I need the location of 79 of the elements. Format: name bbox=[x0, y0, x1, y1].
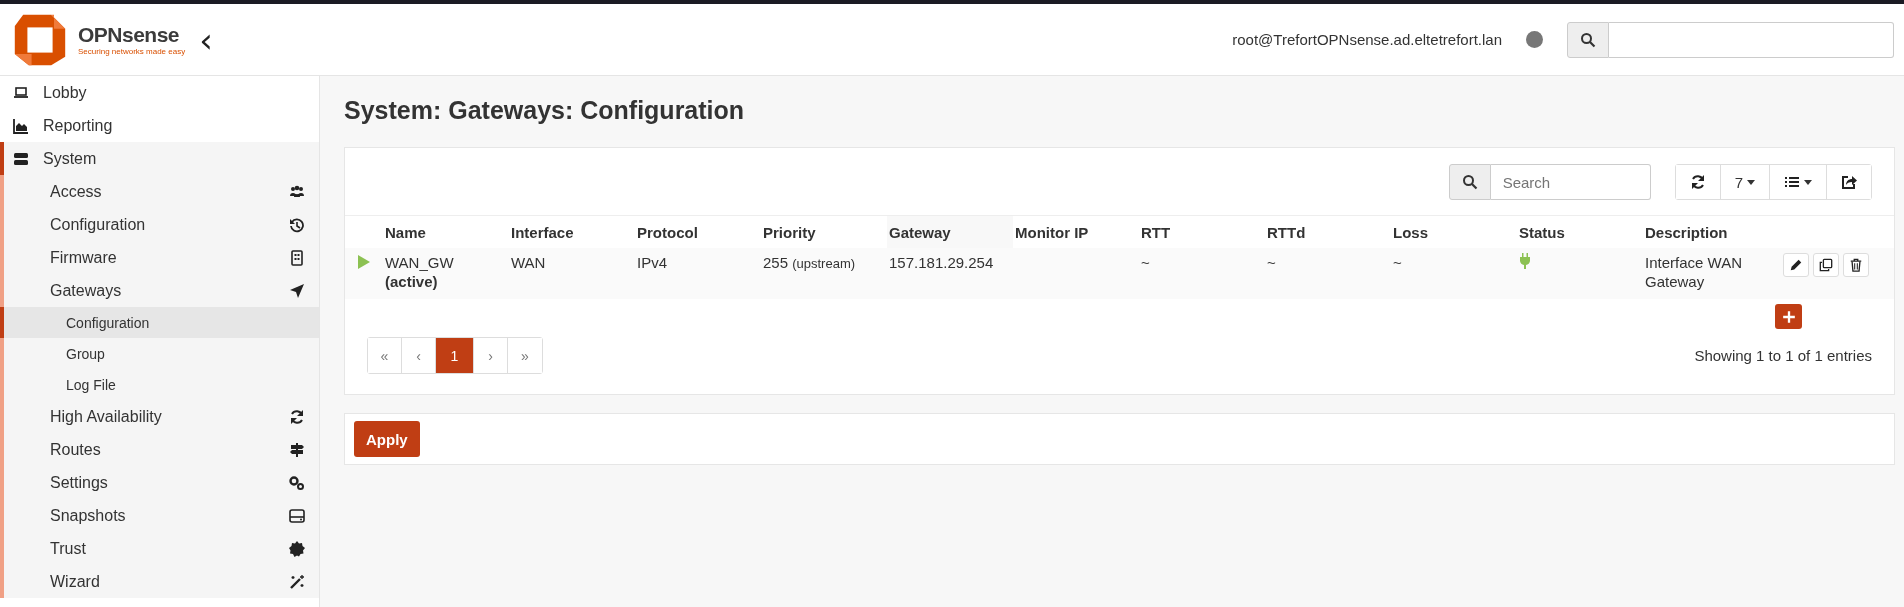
sidebar-item[interactable]: High Availability bbox=[4, 400, 319, 433]
column-header[interactable]: Interface bbox=[509, 216, 635, 248]
magic-wand-icon bbox=[289, 573, 305, 590]
navigation-arrow-icon bbox=[289, 282, 305, 299]
pagination-button[interactable]: « bbox=[368, 338, 402, 373]
column-header[interactable]: Description bbox=[1643, 216, 1783, 248]
refresh-icon bbox=[1689, 174, 1706, 190]
copy-button[interactable] bbox=[1813, 253, 1839, 277]
logo-name: OPNsense bbox=[78, 23, 181, 47]
sync-icon bbox=[289, 408, 305, 425]
table-cell-text: 255 (upstream) bbox=[762, 253, 857, 273]
table-cell-text: ~ bbox=[1392, 253, 1403, 272]
sidebar-item[interactable]: Routes bbox=[4, 433, 319, 466]
table-cell-text: IPv4 bbox=[636, 253, 668, 272]
collapse-sidebar-button[interactable]: ‹ bbox=[195, 22, 217, 57]
export-icon bbox=[1841, 174, 1857, 190]
table-cell-text: Interface WAN Gateway bbox=[1644, 253, 1743, 291]
search-icon bbox=[1461, 174, 1478, 190]
trash-icon bbox=[1849, 258, 1863, 272]
sidebar-item[interactable]: Configuration bbox=[4, 208, 319, 241]
chart-icon bbox=[13, 117, 29, 134]
laptop-icon bbox=[13, 84, 29, 101]
table-cell-text: 157.181.29.254 bbox=[888, 253, 995, 272]
sidebar-item[interactable]: Reporting bbox=[0, 109, 319, 142]
logo-tagline: Securing networks made easy bbox=[78, 47, 186, 56]
edit-button[interactable] bbox=[1783, 253, 1809, 277]
sidebar-item[interactable]: Gateways bbox=[4, 274, 319, 307]
drive-icon bbox=[289, 507, 305, 524]
sidebar-item[interactable]: Log File bbox=[0, 369, 319, 400]
search-button[interactable] bbox=[1567, 21, 1609, 58]
sidebar-item[interactable]: System bbox=[0, 142, 319, 175]
search-icon bbox=[1580, 31, 1596, 48]
column-header[interactable]: Monitor IP bbox=[1013, 216, 1139, 248]
history-icon bbox=[289, 216, 305, 233]
add-button[interactable] bbox=[1775, 304, 1802, 329]
sidebar-item[interactable]: Access bbox=[4, 175, 319, 208]
table-cell-text: ~ bbox=[1140, 253, 1151, 272]
gears-icon bbox=[289, 474, 305, 491]
pencil-icon bbox=[1789, 258, 1803, 272]
column-header[interactable]: RTTd bbox=[1265, 216, 1391, 248]
sidebar-item[interactable]: Lobby bbox=[0, 76, 319, 109]
column-header[interactable]: Loss bbox=[1391, 216, 1517, 248]
sidebar-item[interactable]: Snapshots bbox=[4, 499, 319, 532]
status-dot bbox=[1526, 31, 1543, 48]
entries-info: Showing 1 to 1 of 1 entries bbox=[1694, 347, 1872, 364]
sidebar-item[interactable]: Group bbox=[0, 338, 319, 369]
sidebar-item[interactable]: Configuration bbox=[0, 307, 319, 338]
page-title: System: Gateways: Configuration bbox=[344, 96, 746, 125]
pagination-button[interactable]: 1 bbox=[436, 338, 474, 373]
caret-icon bbox=[1747, 179, 1755, 185]
search-button[interactable] bbox=[1448, 164, 1491, 200]
search-field[interactable] bbox=[1609, 21, 1894, 58]
signpost-icon bbox=[289, 441, 305, 458]
column-header[interactable]: Gateway bbox=[887, 216, 1013, 248]
sidebar-item[interactable]: Settings bbox=[4, 466, 319, 499]
user-name: root@TrefortOPNsense.ad.eltetrefort.lan bbox=[1232, 31, 1502, 48]
refresh-button[interactable] bbox=[1675, 165, 1721, 199]
list-icon bbox=[1784, 174, 1800, 190]
server-icon bbox=[13, 150, 29, 167]
caret-icon bbox=[1804, 179, 1812, 185]
table-cell-text: WAN_GW (active) bbox=[384, 253, 455, 291]
column-header[interactable]: RTT bbox=[1139, 216, 1265, 248]
apply-button[interactable]: Apply bbox=[354, 421, 420, 457]
delete-button[interactable] bbox=[1843, 253, 1869, 277]
plus-icon bbox=[1781, 309, 1796, 324]
certificate-icon bbox=[289, 540, 305, 557]
sidebar-item[interactable]: Trust bbox=[4, 532, 319, 565]
building-icon bbox=[289, 249, 305, 266]
copy-icon bbox=[1819, 258, 1833, 272]
table-cell-text: WAN bbox=[510, 253, 547, 272]
column-header[interactable]: Name bbox=[383, 216, 509, 248]
column-header[interactable]: Protocol bbox=[635, 216, 761, 248]
column-header[interactable]: Priority bbox=[761, 216, 887, 248]
search-field[interactable]: Search bbox=[1490, 164, 1651, 200]
users-icon bbox=[289, 183, 305, 200]
column-header[interactable]: Status bbox=[1517, 216, 1643, 248]
table-cell-text: ~ bbox=[1266, 253, 1277, 272]
sidebar-item[interactable]: Wizard bbox=[4, 565, 319, 598]
sidebar-item[interactable]: Firmware bbox=[4, 241, 319, 274]
